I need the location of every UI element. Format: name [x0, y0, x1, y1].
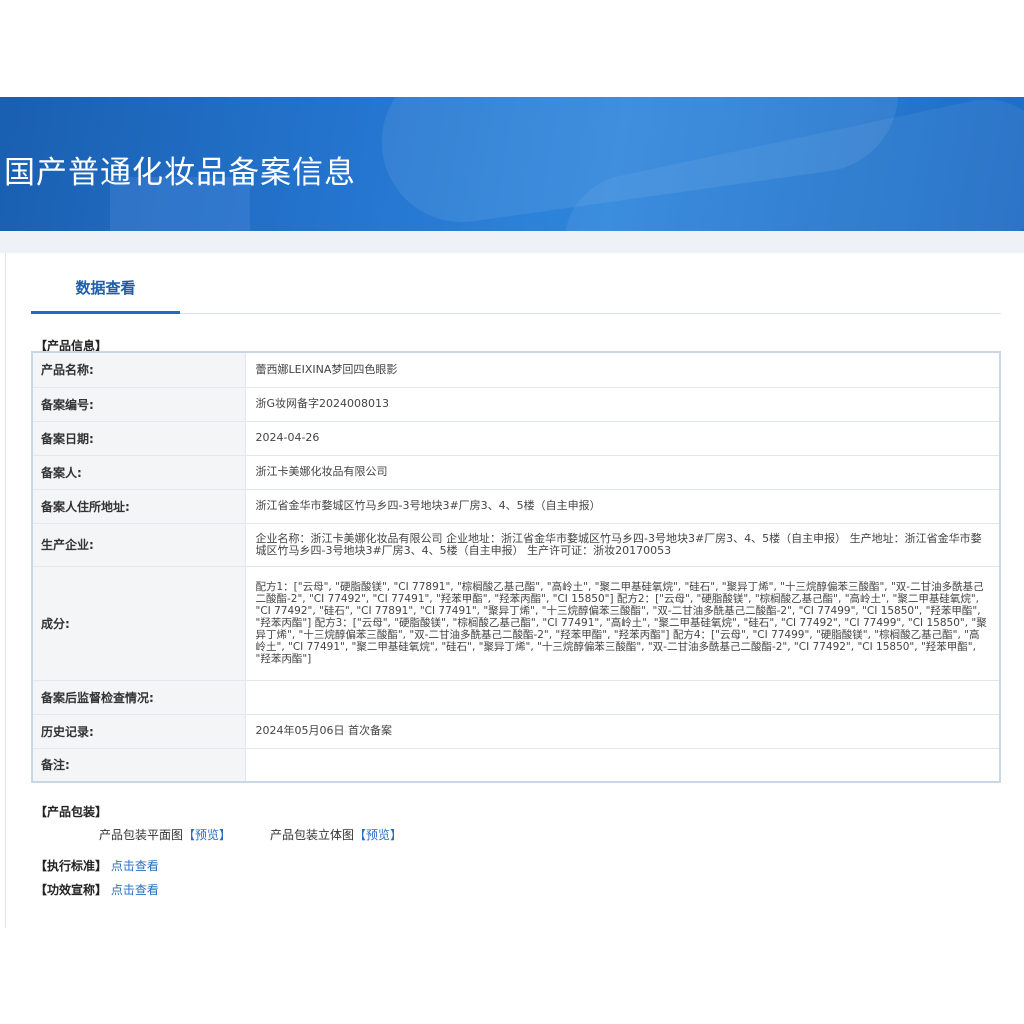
- table-row: 备案人住所地址: 浙江省金华市婺城区竹马乡四-3号地块3#厂房3、4、5楼（自主…: [31, 488, 1001, 524]
- row-value: 蕾西娜LEIXINA梦回四色眼影: [244, 351, 1001, 388]
- row-label: 生产企业:: [31, 522, 246, 567]
- row-value: [244, 747, 1001, 783]
- row-value: 浙G妆网备字2024008013: [244, 386, 1001, 422]
- row-label: 备案日期:: [31, 420, 246, 456]
- row-value: [244, 679, 1001, 715]
- row-value: 企业名称：浙江卡美娜化妆品有限公司 企业地址：浙江省金华市婺城区竹马乡四-3号地…: [244, 522, 1001, 567]
- efficacy-row: 【功效宣称】 点击查看: [35, 881, 159, 898]
- row-value: 浙江省金华市婺城区竹马乡四-3号地块3#厂房3、4、5楼（自主申报）: [244, 488, 1001, 524]
- table-row: 生产企业: 企业名称：浙江卡美娜化妆品有限公司 企业地址：浙江省金华市婺城区竹马…: [31, 522, 1001, 567]
- table-row: 备案后监督检查情况:: [31, 679, 1001, 715]
- standard-label: 【执行标准】: [35, 859, 108, 873]
- page-title: 国产普通化妆品备案信息: [4, 155, 356, 191]
- tab-bar: 数据查看: [31, 256, 1001, 314]
- efficacy-view-link[interactable]: 点击查看: [111, 883, 159, 897]
- tab-data-view[interactable]: 数据查看: [31, 256, 180, 314]
- table-row: 备案人: 浙江卡美娜化妆品有限公司: [31, 454, 1001, 490]
- table-row: 历史记录: 2024年05月06日 首次备案: [31, 713, 1001, 749]
- table-row: 备注:: [31, 747, 1001, 783]
- row-label: 备案人:: [31, 454, 246, 490]
- packaging-flat-preview-link[interactable]: 【预览】: [183, 828, 231, 842]
- row-label: 备案后监督检查情况:: [31, 679, 246, 715]
- efficacy-label: 【功效宣称】: [35, 883, 108, 897]
- row-label: 成分:: [31, 565, 246, 681]
- row-label: 备案人住所地址:: [31, 488, 246, 524]
- table-row: 备案日期: 2024-04-26: [31, 420, 1001, 456]
- table-row: 成分: 配方1：["云母", "硬脂酸镁", "CI 77891", "棕榈酸乙…: [31, 565, 1001, 681]
- table-row: 产品名称: 蕾西娜LEIXINA梦回四色眼影: [31, 351, 1001, 388]
- row-label: 备案编号:: [31, 386, 246, 422]
- table-row: 备案编号: 浙G妆网备字2024008013: [31, 386, 1001, 422]
- header-banner: 国产普通化妆品备案信息: [0, 97, 1024, 231]
- row-label: 产品名称:: [31, 351, 246, 388]
- standard-view-link[interactable]: 点击查看: [111, 859, 159, 873]
- row-value: 配方1：["云母", "硬脂酸镁", "CI 77891", "棕榈酸乙基己酯"…: [244, 565, 1001, 681]
- row-value: 2024年05月06日 首次备案: [244, 713, 1001, 749]
- row-value: 浙江卡美娜化妆品有限公司: [244, 454, 1001, 490]
- packaging-solid-item: 产品包装立体图【预览】: [270, 826, 402, 843]
- section-title-packaging: 【产品包装】: [35, 805, 108, 819]
- standard-row: 【执行标准】 点击查看: [35, 857, 159, 874]
- page-background-strip: [0, 231, 1024, 253]
- packaging-flat-label: 产品包装平面图: [99, 828, 184, 842]
- packaging-flat-item: 产品包装平面图【预览】: [99, 826, 231, 843]
- packaging-solid-preview-link[interactable]: 【预览】: [354, 828, 402, 842]
- packaging-solid-label: 产品包装立体图: [270, 828, 355, 842]
- row-label: 备注:: [31, 747, 246, 783]
- product-info-table: 产品名称: 蕾西娜LEIXINA梦回四色眼影 备案编号: 浙G妆网备字20240…: [31, 351, 1001, 783]
- row-label: 历史记录:: [31, 713, 246, 749]
- row-value: 2024-04-26: [244, 420, 1001, 456]
